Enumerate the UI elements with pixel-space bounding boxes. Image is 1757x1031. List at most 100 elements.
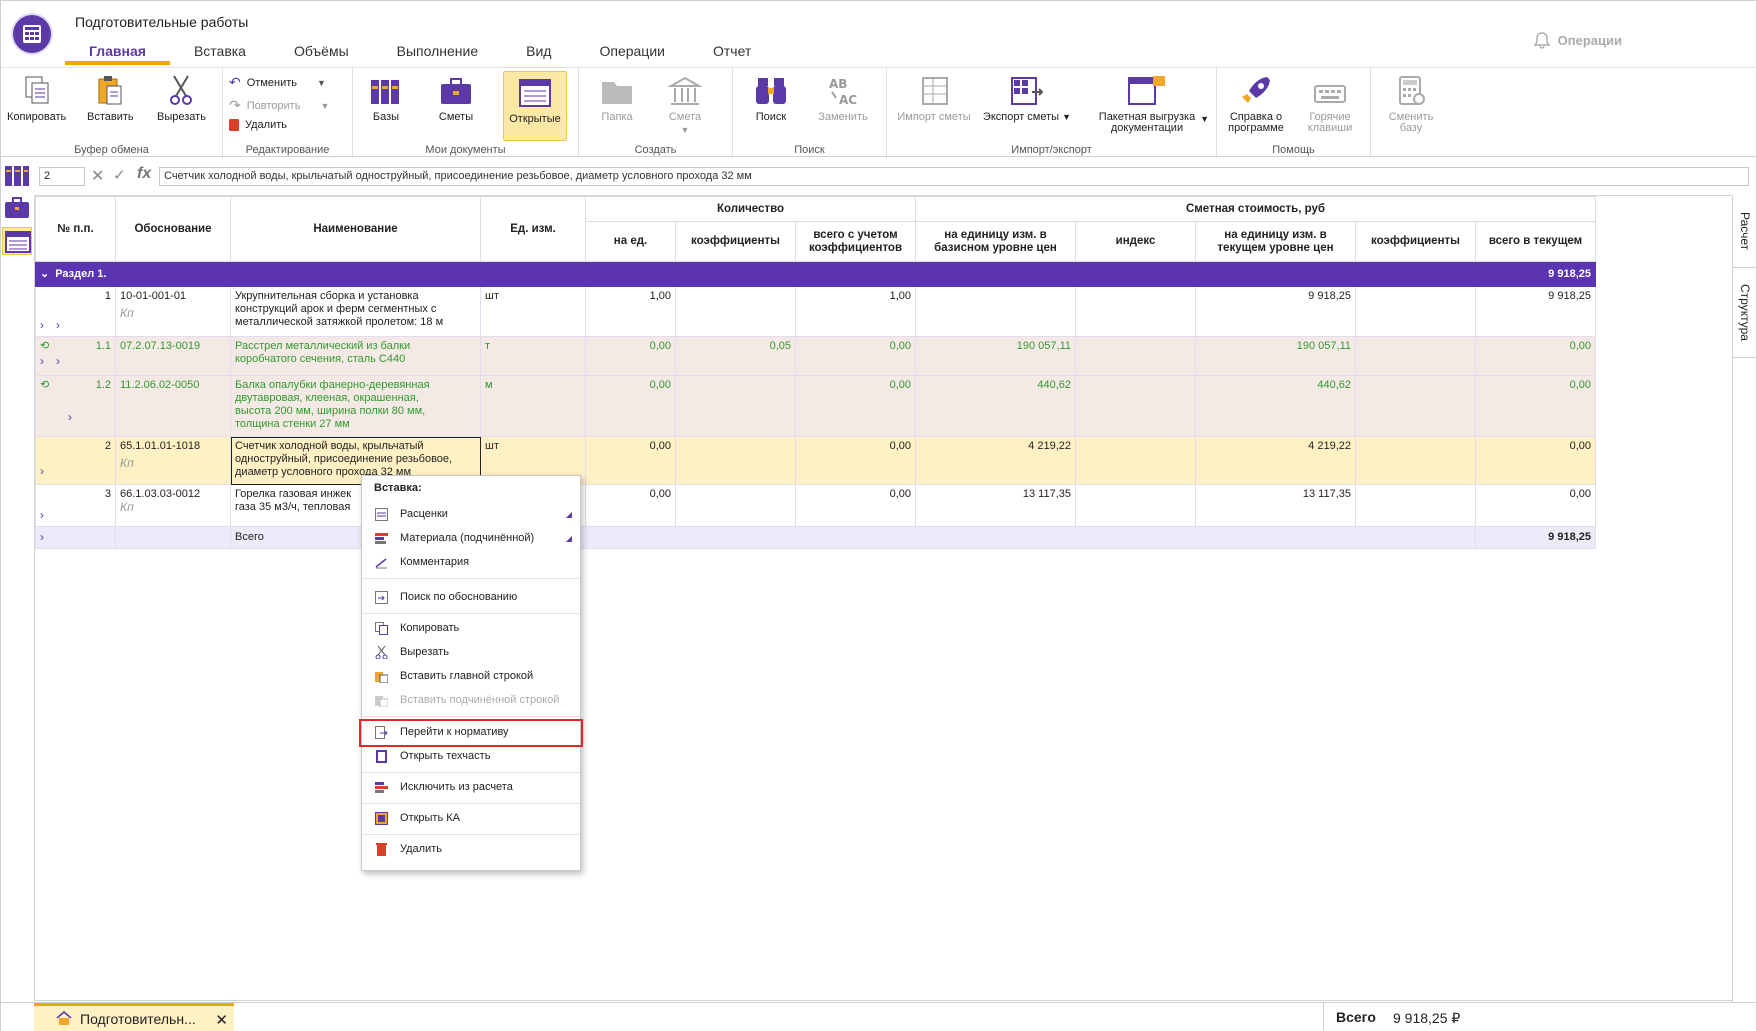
index-cell[interactable]: [1075, 286, 1196, 337]
estimates-button[interactable]: Сметы: [431, 72, 481, 123]
hotkeys-button[interactable]: Горячие клавиши: [1299, 72, 1361, 134]
index-cell[interactable]: [1075, 336, 1196, 376]
chevron-right-icon[interactable]: ›: [56, 318, 60, 332]
chevron-right-icon[interactable]: ›: [56, 354, 60, 368]
qty-coef-cell[interactable]: [675, 436, 796, 485]
header-unit[interactable]: Ед. изм.: [480, 196, 586, 262]
qty-total-cell[interactable]: 0,00: [795, 484, 916, 527]
tab-view[interactable]: Вид: [502, 39, 575, 65]
qty-total-cell[interactable]: 0,00: [795, 375, 916, 437]
menu-item-open-techpart[interactable]: Открыть техчасть: [362, 745, 580, 767]
menu-item-delete[interactable]: Удалить: [362, 838, 580, 860]
base-price-cell[interactable]: 4 219,22: [915, 436, 1076, 485]
menu-item-copy[interactable]: Копировать: [362, 617, 580, 639]
copy-button[interactable]: Копировать: [7, 72, 66, 123]
base-price-cell[interactable]: [915, 286, 1076, 337]
about-button[interactable]: Справка о программе: [1225, 72, 1287, 134]
index-cell[interactable]: [1075, 375, 1196, 437]
cost-coef-cell[interactable]: [1355, 286, 1476, 337]
current-total-cell[interactable]: 0,00: [1475, 436, 1596, 485]
qty-coef-cell[interactable]: [675, 484, 796, 527]
qty-cell[interactable]: 0,00: [585, 436, 676, 485]
tab-volumes[interactable]: Объёмы: [270, 39, 373, 65]
folder-button[interactable]: Папка: [597, 72, 637, 123]
basis-cell[interactable]: 10-01-001-01 Кп: [115, 286, 231, 337]
header-name[interactable]: Наименование: [230, 196, 481, 262]
export-estimate-button[interactable]: Экспорт сметы ▼: [979, 72, 1075, 123]
menu-item-paste-sub[interactable]: Вставить подчинённой строкой: [362, 689, 580, 711]
cancel-edit-icon[interactable]: ✕: [91, 166, 104, 186]
basis-cell[interactable]: 07.2.07.13-0019: [115, 336, 231, 376]
undo-button[interactable]: ↶ Отменить ▼: [229, 74, 326, 91]
header-number[interactable]: № п.п.: [35, 196, 116, 262]
open-docs-toggle-icon[interactable]: [2, 227, 32, 255]
side-tab-calculation[interactable]: Расчет: [1733, 196, 1757, 268]
basis-cell[interactable]: 66.1.03.03-0012 Кп: [115, 484, 231, 527]
table-row-selected[interactable]: 2 › 65.1.01.01-1018 Кп Счетчик холодной в…: [35, 436, 1596, 485]
current-price-cell[interactable]: 13 117,35: [1195, 484, 1356, 527]
current-price-cell[interactable]: 9 918,25: [1195, 286, 1356, 337]
base-price-cell[interactable]: 440,62: [915, 375, 1076, 437]
cell-reference-input[interactable]: 2: [39, 167, 85, 186]
header-base-price[interactable]: на единицу изм. в базисном уровне цен: [915, 221, 1076, 262]
chevron-right-icon[interactable]: ›: [40, 464, 44, 478]
menu-item-exclude[interactable]: Исключить из расчета: [362, 776, 580, 798]
row-number-cell[interactable]: ⟲ 1.2 ›: [35, 375, 116, 437]
current-price-cell[interactable]: 440,62: [1195, 375, 1356, 437]
app-logo-icon[interactable]: [13, 15, 51, 53]
operations-button[interactable]: Операции: [1533, 31, 1622, 49]
tab-operations[interactable]: Операции: [575, 39, 689, 65]
menu-item-rates[interactable]: Расценки ◢: [362, 503, 580, 525]
redo-button[interactable]: ↷ Повторить ▼: [229, 97, 329, 114]
name-cell[interactable]: Балка опалубки фанерно-деревянная двутавр…: [230, 375, 481, 437]
confirm-edit-icon[interactable]: ✓: [113, 166, 126, 184]
search-button[interactable]: Поиск: [751, 72, 791, 123]
index-cell[interactable]: [1075, 436, 1196, 485]
current-total-cell[interactable]: 9 918,25: [1475, 286, 1596, 337]
import-estimate-button[interactable]: Импорт сметы: [895, 72, 973, 123]
chevron-right-icon[interactable]: ›: [40, 354, 44, 368]
paste-button[interactable]: Вставить: [87, 72, 134, 123]
name-cell[interactable]: Расстрел металлический из балки коробчато…: [230, 336, 481, 376]
header-current-total[interactable]: всего в текущем: [1475, 221, 1596, 262]
table-row[interactable]: ⟲ 1.1 › › 07.2.07.13-0019 Расстрел металли…: [35, 336, 1596, 376]
chevron-right-icon[interactable]: ›: [68, 410, 72, 424]
header-basis[interactable]: Обоснование: [115, 196, 231, 262]
document-tab[interactable]: Подготовительн... ✕: [34, 1003, 234, 1031]
qty-total-cell[interactable]: 0,00: [795, 436, 916, 485]
table-row[interactable]: ⟲ 1.2 › 11.2.06.02-0050 Балка опалубки фа…: [35, 375, 1596, 437]
menu-item-search-basis[interactable]: Поиск по обоснованию: [362, 586, 580, 608]
section-row[interactable]: ⌄ Раздел 1. 9 918,25: [35, 261, 1596, 287]
batch-export-button[interactable]: Пакетная выгрузка документации ▼: [1087, 72, 1209, 134]
base-price-cell[interactable]: 190 057,11: [915, 336, 1076, 376]
total-row[interactable]: › Всего 9 918,25: [35, 526, 1596, 549]
current-total-cell[interactable]: 0,00: [1475, 375, 1596, 437]
delete-button[interactable]: Удалить: [229, 119, 287, 131]
basis-cell[interactable]: 11.2.06.02-0050: [115, 375, 231, 437]
unit-cell[interactable]: т: [480, 336, 586, 376]
open-documents-button[interactable]: Открытые: [503, 71, 567, 141]
side-tab-structure[interactable]: Структура: [1733, 268, 1757, 358]
current-total-cell[interactable]: 0,00: [1475, 336, 1596, 376]
qty-coef-cell[interactable]: [675, 375, 796, 437]
menu-item-comment[interactable]: Комментария: [362, 551, 580, 573]
cost-coef-cell[interactable]: [1355, 336, 1476, 376]
table-row[interactable]: 3 › 66.1.03.03-0012 Кп Горелка газовая ин…: [35, 484, 1596, 527]
chevron-right-icon[interactable]: ›: [40, 508, 44, 522]
header-index[interactable]: индекс: [1075, 221, 1196, 262]
header-cost-coefficients[interactable]: коэффициенты: [1355, 221, 1476, 262]
cost-coef-cell[interactable]: [1355, 436, 1476, 485]
row-number-cell[interactable]: 1 › ›: [35, 286, 116, 337]
index-cell[interactable]: [1075, 484, 1196, 527]
row-number-cell[interactable]: ⟲ 1.1 › ›: [35, 336, 116, 376]
total-expand-cell[interactable]: ›: [35, 526, 116, 549]
estimate-briefcase-icon[interactable]: [4, 197, 30, 222]
table-row[interactable]: 1 › › 10-01-001-01 Кп Укрупнительная сборк…: [35, 286, 1596, 337]
close-icon[interactable]: ✕: [215, 1011, 228, 1029]
qty-total-cell[interactable]: 1,00: [795, 286, 916, 337]
replace-button[interactable]: AB AC Заменить: [817, 72, 869, 123]
qty-total-cell[interactable]: 0,00: [795, 336, 916, 376]
base-price-cell[interactable]: 13 117,35: [915, 484, 1076, 527]
row-number-cell[interactable]: 3 ›: [35, 484, 116, 527]
unit-cell[interactable]: шт: [480, 286, 586, 337]
